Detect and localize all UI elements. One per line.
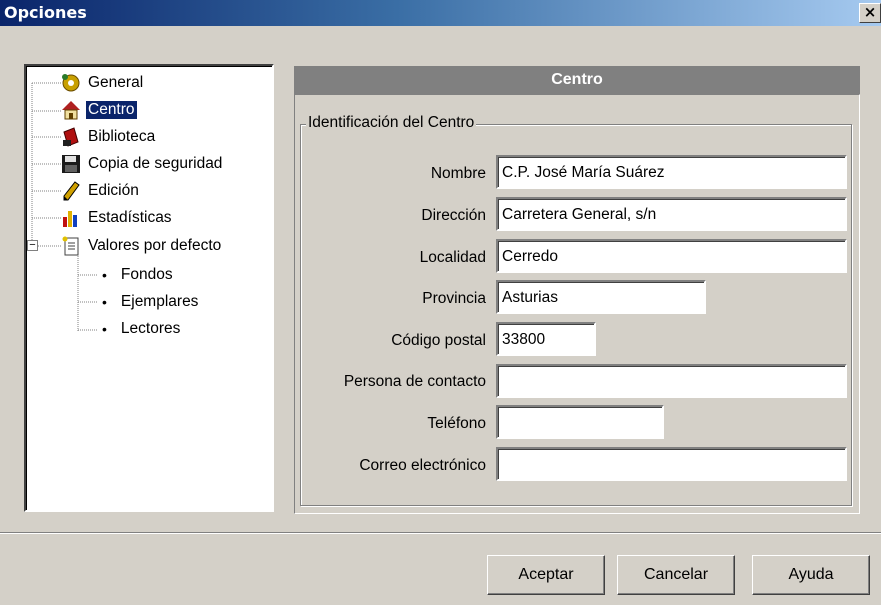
tree-item-label: Lectores — [120, 320, 181, 337]
persona-contacto-label: Persona de contacto — [343, 373, 486, 390]
codigo-postal-field[interactable]: 33800 — [496, 322, 596, 356]
tree-item-edicion[interactable]: Edición — [60, 180, 141, 202]
tree-item-lectores[interactable]: • Lectores — [102, 318, 182, 340]
localidad-field[interactable]: Cerredo — [496, 239, 847, 273]
options-dialog: Opciones × General Centro Biblioteca Cop… — [0, 0, 881, 605]
title-bar[interactable]: Opciones × — [0, 0, 881, 26]
direccion-label: Dirección — [421, 207, 486, 224]
footer-separator — [0, 532, 881, 534]
window-title: Opciones — [4, 3, 87, 22]
provincia-label: Provincia — [422, 290, 486, 307]
correo-field[interactable] — [496, 447, 847, 481]
tree-item-general[interactable]: General — [60, 72, 145, 94]
telefono-label: Teléfono — [427, 415, 486, 432]
provincia-field[interactable]: Asturias — [496, 280, 706, 314]
bullet-icon: • — [102, 321, 107, 337]
bar-chart-icon — [60, 207, 82, 229]
group-title: Identificación del Centro — [306, 114, 477, 132]
tree-item-label: Estadísticas — [88, 209, 172, 226]
gears-icon — [60, 72, 82, 94]
tree-item-label: Valores por defecto — [88, 237, 222, 254]
bullet-icon: • — [102, 294, 107, 310]
collapse-toggle[interactable]: − — [27, 240, 38, 251]
books-icon — [60, 126, 82, 148]
tree-item-label: General — [88, 74, 144, 91]
close-button[interactable]: × — [859, 3, 881, 23]
options-tree[interactable]: General Centro Biblioteca Copia de segur… — [24, 64, 274, 512]
close-icon: × — [863, 3, 877, 21]
tree-item-label: Biblioteca — [88, 128, 156, 145]
floppy-disk-icon — [60, 153, 82, 175]
tree-item-ejemplares[interactable]: • Ejemplares — [102, 291, 200, 313]
ok-button[interactable]: Aceptar — [487, 555, 605, 595]
tree-item-valores-defecto[interactable]: Valores por defecto — [60, 235, 223, 257]
telefono-field[interactable] — [496, 405, 664, 439]
panel-header: Centro — [294, 66, 860, 94]
nombre-label: Nombre — [430, 165, 486, 182]
localidad-label: Localidad — [419, 249, 486, 266]
tree-item-label: Edición — [88, 182, 139, 199]
tree-item-biblioteca[interactable]: Biblioteca — [60, 126, 157, 148]
correo-label: Correo electrónico — [359, 457, 486, 474]
tree-item-centro[interactable]: Centro — [60, 99, 138, 121]
tree-item-label: Copia de seguridad — [88, 155, 223, 172]
nombre-field[interactable]: C.P. José María Suárez — [496, 155, 847, 189]
tree-item-copia-seguridad[interactable]: Copia de seguridad — [60, 153, 224, 175]
persona-contacto-field[interactable] — [496, 364, 847, 398]
tree-item-label: Centro — [85, 100, 138, 120]
tree-item-estadisticas[interactable]: Estadísticas — [60, 207, 174, 229]
help-button[interactable]: Ayuda — [752, 555, 870, 595]
pen-icon — [60, 180, 82, 202]
codigo-postal-label: Código postal — [391, 332, 486, 349]
bullet-icon: • — [102, 267, 107, 283]
tree-item-label: Fondos — [120, 266, 173, 283]
document-icon — [60, 235, 82, 257]
tree-item-label: Ejemplares — [120, 293, 199, 310]
tree-item-fondos[interactable]: • Fondos — [102, 264, 175, 286]
house-icon — [60, 99, 82, 121]
direccion-field[interactable]: Carretera General, s/n — [496, 197, 847, 231]
cancel-button[interactable]: Cancelar — [617, 555, 735, 595]
